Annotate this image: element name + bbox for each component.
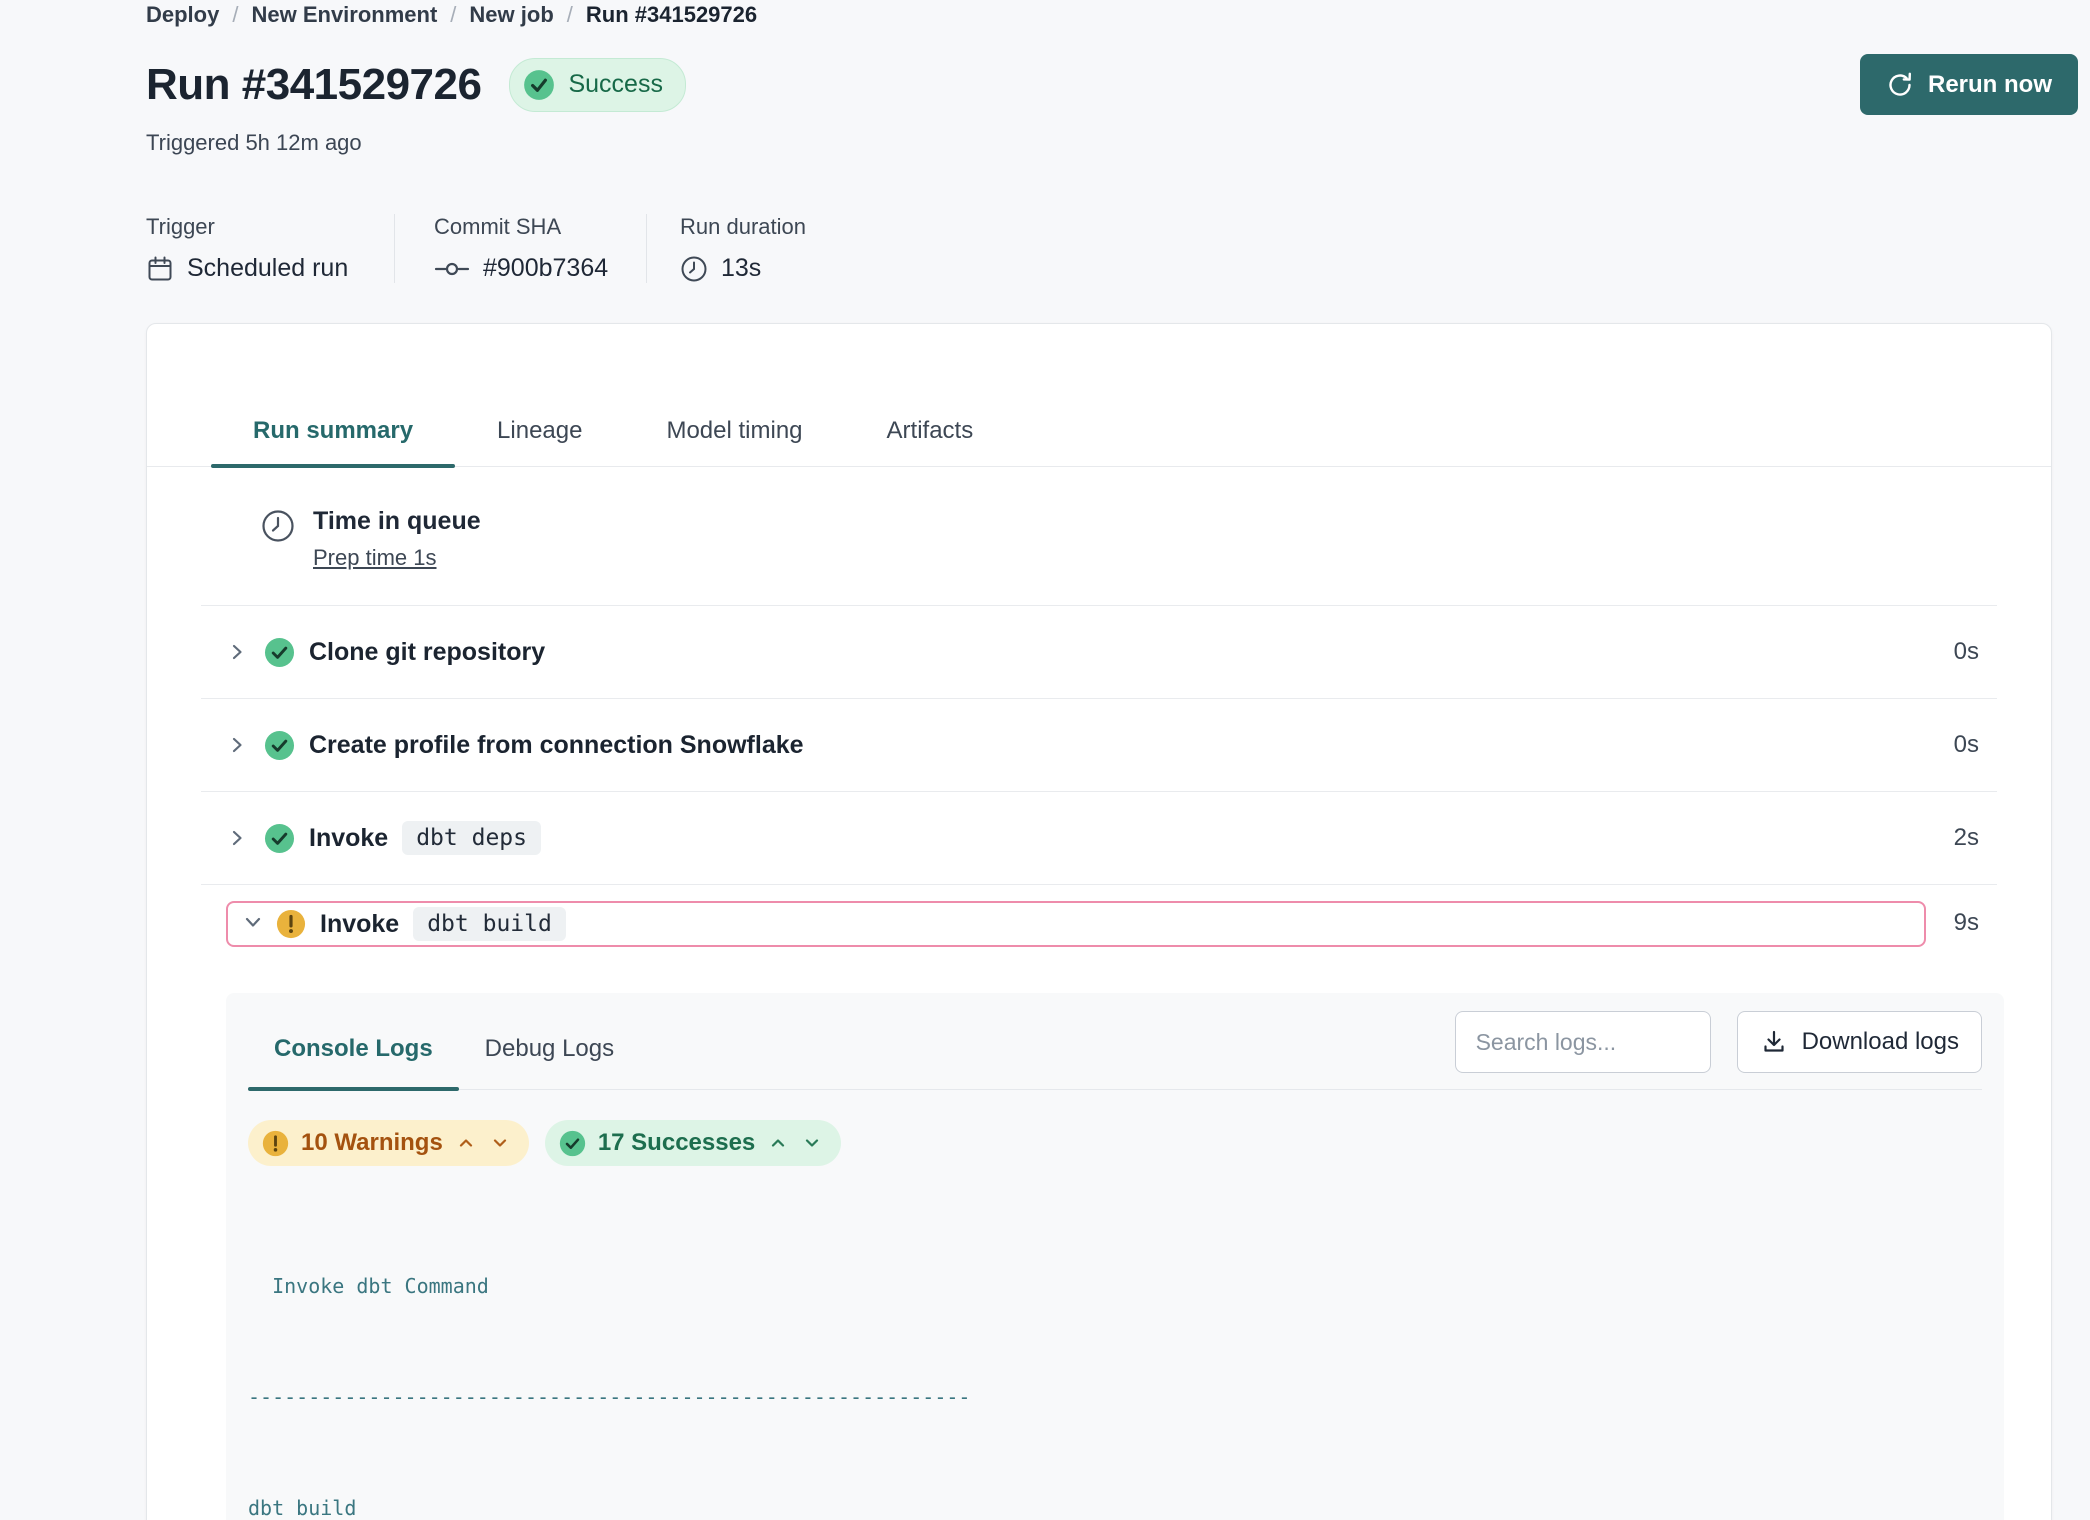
commit-sha-value: #900b7364 bbox=[483, 254, 608, 283]
tab-console-logs[interactable]: Console Logs bbox=[248, 993, 459, 1089]
breadcrumb-environment[interactable]: New Environment bbox=[251, 2, 437, 28]
status-badge-label: Success bbox=[568, 70, 662, 99]
duration-value: 13s bbox=[721, 254, 761, 283]
step-invoke-dbt-build[interactable]: Invoke dbt build bbox=[226, 901, 1926, 947]
step-duration: 0s bbox=[1954, 731, 1979, 759]
check-circle-icon bbox=[522, 68, 556, 102]
warnings-next-button[interactable] bbox=[489, 1132, 511, 1154]
step-command-chip: dbt build bbox=[413, 907, 566, 941]
check-circle-icon bbox=[559, 1130, 586, 1157]
trigger-info: Trigger Scheduled run bbox=[146, 214, 395, 283]
console-header: Console Logs Debug Logs Download logs bbox=[248, 993, 1982, 1090]
log-command: dbt build bbox=[248, 1490, 1982, 1520]
log-filter-badges: 10 Warnings 17 Successes bbox=[248, 1120, 1982, 1166]
tab-debug-logs[interactable]: Debug Logs bbox=[459, 993, 640, 1089]
duration-label: Run duration bbox=[680, 214, 806, 240]
download-icon bbox=[1760, 1028, 1788, 1056]
step-create-profile[interactable]: Create profile from connection Snowflake… bbox=[147, 699, 2051, 791]
step-label: Invoke bbox=[309, 824, 388, 853]
check-circle-icon bbox=[264, 730, 295, 761]
clock-icon bbox=[680, 255, 708, 283]
step-label: Create profile from connection Snowflake bbox=[309, 731, 804, 760]
log-scroll-area[interactable]: Invoke dbt Command ---------------------… bbox=[248, 1194, 1982, 1520]
chevron-right-icon bbox=[226, 641, 248, 663]
time-in-queue-title: Time in queue bbox=[313, 507, 481, 536]
successes-badge: 17 Successes bbox=[545, 1120, 841, 1166]
page-header: Run #341529726 Success Rerun now bbox=[146, 54, 2078, 115]
download-logs-label: Download logs bbox=[1802, 1028, 1959, 1056]
run-detail-page: Deploy / New Environment / New job / Run… bbox=[0, 2, 2090, 1520]
run-summary-card: Run summary Lineage Model timing Artifac… bbox=[146, 323, 2052, 1520]
page-title: Run #341529726 bbox=[146, 60, 481, 110]
step-duration: 0s bbox=[1954, 638, 1979, 666]
chevron-up-icon bbox=[457, 1134, 475, 1152]
commit-icon bbox=[434, 259, 470, 279]
triggered-timestamp: Triggered 5h 12m ago bbox=[146, 130, 2078, 156]
log-command-header: Invoke dbt Command bbox=[248, 1268, 1982, 1305]
chevron-right-icon bbox=[226, 827, 248, 849]
check-circle-icon bbox=[264, 637, 295, 668]
console-logs-panel: Console Logs Debug Logs Download logs 10… bbox=[226, 993, 2004, 1520]
step-duration: 2s bbox=[1954, 824, 1979, 852]
breadcrumb: Deploy / New Environment / New job / Run… bbox=[146, 2, 2078, 28]
tab-lineage[interactable]: Lineage bbox=[455, 416, 624, 466]
step-clone-git-repository[interactable]: Clone git repository 0s bbox=[147, 606, 2051, 698]
step-label: Invoke bbox=[320, 910, 399, 939]
step-duration: 9s bbox=[1954, 909, 1979, 937]
successes-next-button[interactable] bbox=[801, 1132, 823, 1154]
log-separator-line: ----------------------------------------… bbox=[248, 1379, 1982, 1416]
search-logs-input[interactable] bbox=[1455, 1011, 1711, 1073]
breadcrumb-current-run: Run #341529726 bbox=[586, 2, 757, 28]
refresh-icon bbox=[1886, 71, 1914, 99]
step-label: Clone git repository bbox=[309, 638, 545, 667]
clock-icon bbox=[259, 507, 297, 545]
duration-info: Run duration 13s bbox=[647, 214, 806, 283]
commit-info: Commit SHA #900b7364 bbox=[395, 214, 647, 283]
chevron-down-icon bbox=[242, 911, 264, 933]
warnings-badge: 10 Warnings bbox=[248, 1120, 529, 1166]
chevron-up-icon bbox=[769, 1134, 787, 1152]
warning-circle-icon bbox=[262, 1130, 289, 1157]
breadcrumb-deploy[interactable]: Deploy bbox=[146, 2, 219, 28]
check-circle-icon bbox=[264, 823, 295, 854]
successes-prev-button[interactable] bbox=[767, 1132, 789, 1154]
trigger-value: Scheduled run bbox=[187, 254, 348, 283]
run-tabs: Run summary Lineage Model timing Artifac… bbox=[147, 416, 2051, 467]
breadcrumb-separator: / bbox=[567, 2, 573, 28]
step-invoke-dbt-build-row: Invoke dbt build 9s bbox=[147, 885, 2051, 993]
prep-time-link[interactable]: Prep time 1s bbox=[313, 545, 437, 571]
step-invoke-dbt-deps[interactable]: Invoke dbt deps 2s bbox=[147, 792, 2051, 884]
chevron-down-icon bbox=[491, 1134, 509, 1152]
step-command-chip: dbt deps bbox=[402, 821, 541, 855]
time-in-queue-block: Time in queue Prep time 1s bbox=[259, 507, 2051, 571]
calendar-icon bbox=[146, 255, 174, 283]
download-logs-button[interactable]: Download logs bbox=[1737, 1011, 1982, 1073]
rerun-now-label: Rerun now bbox=[1928, 71, 2052, 99]
breadcrumb-separator: / bbox=[450, 2, 456, 28]
tab-artifacts[interactable]: Artifacts bbox=[845, 416, 1016, 466]
run-info-row: Trigger Scheduled run Commit SHA #900b73… bbox=[146, 214, 2078, 283]
status-badge: Success bbox=[509, 58, 685, 112]
tab-model-timing[interactable]: Model timing bbox=[624, 416, 844, 466]
breadcrumb-separator: / bbox=[232, 2, 238, 28]
successes-badge-label: 17 Successes bbox=[598, 1129, 755, 1157]
warnings-badge-label: 10 Warnings bbox=[301, 1129, 443, 1157]
warnings-prev-button[interactable] bbox=[455, 1132, 477, 1154]
warning-circle-icon bbox=[276, 909, 306, 939]
rerun-now-button[interactable]: Rerun now bbox=[1860, 54, 2078, 115]
breadcrumb-job[interactable]: New job bbox=[469, 2, 553, 28]
chevron-down-icon bbox=[803, 1134, 821, 1152]
tab-run-summary[interactable]: Run summary bbox=[211, 416, 455, 466]
trigger-label: Trigger bbox=[146, 214, 394, 240]
commit-label: Commit SHA bbox=[434, 214, 646, 240]
chevron-right-icon bbox=[226, 734, 248, 756]
